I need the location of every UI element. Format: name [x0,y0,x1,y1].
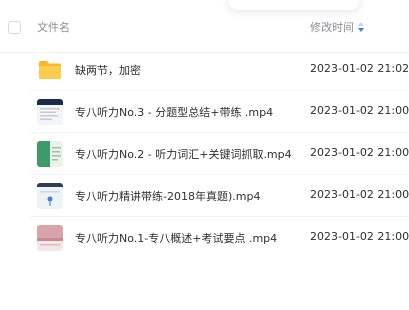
file-name[interactable]: 专八听力No.1-专八概述+考试要点 .mp4 [75,230,277,246]
sort-desc-icon[interactable] [357,21,365,33]
file-list-header: 文件名 修改时间 [0,0,409,52]
video-thumbnail [37,183,63,209]
file-row[interactable]: 专八听力No.3 - 分题型总结+带练 .mp4 2023-01-02 21:0… [0,91,409,133]
file-name[interactable]: 专八听力No.3 - 分题型总结+带练 .mp4 [75,104,273,120]
file-modified-time: 2023-01-02 21:02 [310,62,409,75]
folder-icon [37,57,63,83]
file-name[interactable]: 专八听力精讲带练-2018年真题).mp4 [75,188,260,204]
file-modified-time: 2023-01-02 21:00 [310,188,409,201]
file-modified-time: 2023-01-02 21:00 [310,146,409,159]
file-modified-time: 2023-01-02 21:00 [310,104,409,117]
video-thumbnail [37,99,63,125]
file-row[interactable]: 专八听力No.1-专八概述+考试要点 .mp4 2023-01-02 21:00 [0,217,409,259]
select-all-checkbox[interactable] [8,21,21,34]
video-thumbnail [37,225,63,251]
video-thumbnail [37,141,63,167]
file-modified-time: 2023-01-02 21:00 [310,230,409,243]
column-header-name[interactable]: 文件名 [37,19,70,35]
file-name[interactable]: 专八听力No.2 - 听力词汇+关键词抓取.mp4 [75,146,292,162]
file-name[interactable]: 缺两节，加密 [75,62,141,78]
file-row[interactable]: 专八听力No.2 - 听力词汇+关键词抓取.mp4 2023-01-02 21:… [0,133,409,175]
column-header-modified-time[interactable]: 修改时间 [310,19,354,35]
file-row[interactable]: 缺两节，加密 2023-01-02 21:02 [0,49,409,91]
file-row[interactable]: 专八听力精讲带练-2018年真题).mp4 2023-01-02 21:00 [0,175,409,217]
